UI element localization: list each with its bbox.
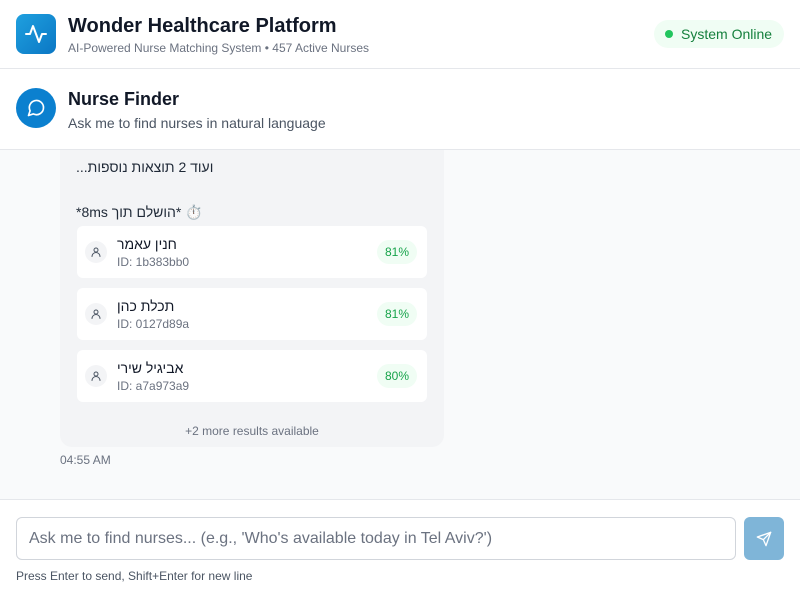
nurse-id: ID: 0127d89a [117,317,190,331]
nurse-finder-header: Nurse Finder Ask me to find nurses in na… [0,69,800,150]
message-text-duration: ⏱️ *הושלם תוך 8ms* [76,204,203,220]
assistant-message-bubble: ועוד 2 תוצאות נוספות... ⏱️ *הושלם תוך 8m… [60,150,444,447]
user-icon [85,303,107,325]
message-timestamp: 04:55 AM [60,453,111,467]
nurse-finder-subtitle: Ask me to find nurses in natural languag… [68,115,326,131]
nurse-name: חנין עאמר [117,236,177,252]
match-score-badge: 81% [376,302,417,326]
chat-messages[interactable]: ועוד 2 תוצאות נוספות... ⏱️ *הושלם תוך 8m… [0,150,800,499]
nurse-result-card[interactable]: חנין עאמר ID: 1b383bb0 81% [77,226,427,278]
message-text-more-results: ועוד 2 תוצאות נוספות... [76,159,214,175]
more-results-note: +2 more results available [185,424,319,438]
chat-input[interactable] [16,517,736,560]
nurse-id: ID: a7a973a9 [117,379,190,393]
match-score-badge: 80% [376,364,417,388]
nurse-result-card[interactable]: תכלת כהן ID: 0127d89a 81% [77,288,427,340]
nurse-name: תכלת כהן [117,298,175,314]
nurse-name: אביגיל שירי [117,360,184,376]
status-badge: System Online [654,20,784,48]
app-subtitle: AI-Powered Nurse Matching System • 457 A… [68,41,369,55]
nurse-result-card[interactable]: אביגיל שירי ID: a7a973a9 80% [77,350,427,402]
app-header: Wonder Healthcare Platform AI-Powered Nu… [0,0,800,69]
user-icon [85,365,107,387]
status-dot-icon [665,30,673,38]
message-composer: Press Enter to send, Shift+Enter for new… [0,499,800,600]
activity-pulse-icon [16,14,56,54]
user-icon [85,241,107,263]
nurse-finder-title: Nurse Finder [68,89,180,109]
app-title: Wonder Healthcare Platform [68,15,337,37]
status-label: System Online [681,26,773,42]
nurse-id: ID: 1b383bb0 [117,255,190,269]
composer-hint: Press Enter to send, Shift+Enter for new… [16,569,253,583]
chat-bubble-icon [16,88,56,128]
match-score-badge: 81% [376,240,417,264]
send-button[interactable] [744,517,784,560]
send-icon [756,531,772,547]
